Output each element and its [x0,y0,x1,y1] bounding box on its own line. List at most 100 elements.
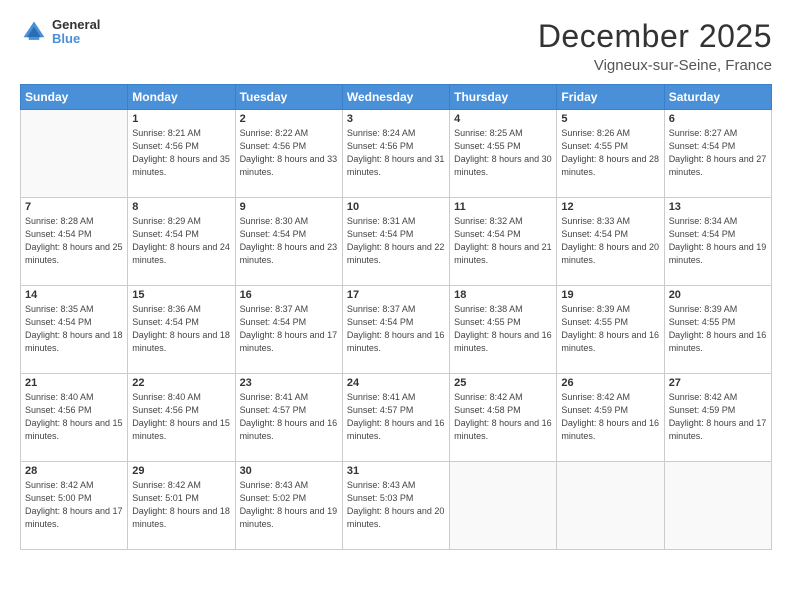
day-info: Sunrise: 8:40 AM Sunset: 4:56 PM Dayligh… [132,391,230,443]
calendar-cell: 5 Sunrise: 8:26 AM Sunset: 4:55 PM Daylig… [557,110,664,198]
day-number: 4 [454,113,552,125]
header: General Blue December 2025 Vigneux-sur-S… [20,18,772,74]
day-number: 19 [561,289,659,301]
day-info: Sunrise: 8:26 AM Sunset: 4:55 PM Dayligh… [561,127,659,179]
day-number: 22 [132,377,230,389]
day-info: Sunrise: 8:31 AM Sunset: 4:54 PM Dayligh… [347,215,445,267]
day-header-thursday: Thursday [450,85,557,110]
day-number: 27 [669,377,767,389]
calendar-cell: 15 Sunrise: 8:36 AM Sunset: 4:54 PM Dayli… [128,286,235,374]
page: General Blue December 2025 Vigneux-sur-S… [0,0,792,612]
week-row-4: 21 Sunrise: 8:40 AM Sunset: 4:56 PM Dayli… [21,374,772,462]
title-block: December 2025 Vigneux-sur-Seine, France [538,18,772,74]
day-info: Sunrise: 8:37 AM Sunset: 4:54 PM Dayligh… [240,303,338,355]
calendar-cell: 26 Sunrise: 8:42 AM Sunset: 4:59 PM Dayli… [557,374,664,462]
day-info: Sunrise: 8:43 AM Sunset: 5:03 PM Dayligh… [347,479,445,531]
calendar-cell: 31 Sunrise: 8:43 AM Sunset: 5:03 PM Dayli… [342,462,449,550]
day-info: Sunrise: 8:29 AM Sunset: 4:54 PM Dayligh… [132,215,230,267]
day-info: Sunrise: 8:36 AM Sunset: 4:54 PM Dayligh… [132,303,230,355]
day-info: Sunrise: 8:27 AM Sunset: 4:54 PM Dayligh… [669,127,767,179]
day-number: 25 [454,377,552,389]
calendar-cell: 4 Sunrise: 8:25 AM Sunset: 4:55 PM Daylig… [450,110,557,198]
day-number: 16 [240,289,338,301]
day-info: Sunrise: 8:41 AM Sunset: 4:57 PM Dayligh… [240,391,338,443]
day-info: Sunrise: 8:21 AM Sunset: 4:56 PM Dayligh… [132,127,230,179]
day-info: Sunrise: 8:22 AM Sunset: 4:56 PM Dayligh… [240,127,338,179]
day-number: 24 [347,377,445,389]
day-number: 29 [132,465,230,477]
day-number: 12 [561,201,659,213]
calendar-cell [664,462,771,550]
day-number: 3 [347,113,445,125]
day-number: 18 [454,289,552,301]
calendar-cell [557,462,664,550]
day-info: Sunrise: 8:42 AM Sunset: 4:58 PM Dayligh… [454,391,552,443]
logo: General Blue [20,18,100,47]
calendar-cell: 23 Sunrise: 8:41 AM Sunset: 4:57 PM Dayli… [235,374,342,462]
day-number: 17 [347,289,445,301]
calendar-cell: 14 Sunrise: 8:35 AM Sunset: 4:54 PM Dayli… [21,286,128,374]
day-number: 15 [132,289,230,301]
calendar-cell: 22 Sunrise: 8:40 AM Sunset: 4:56 PM Dayli… [128,374,235,462]
calendar-cell: 18 Sunrise: 8:38 AM Sunset: 4:55 PM Dayli… [450,286,557,374]
calendar-cell: 25 Sunrise: 8:42 AM Sunset: 4:58 PM Dayli… [450,374,557,462]
calendar-cell: 17Sunrise: 8:37 AM Sunset: 4:54 PM Dayli… [342,286,449,374]
calendar-cell: 28 Sunrise: 8:42 AM Sunset: 5:00 PM Dayli… [21,462,128,550]
day-info: Sunrise: 8:39 AM Sunset: 4:55 PM Dayligh… [561,303,659,355]
day-number: 11 [454,201,552,213]
day-number: 5 [561,113,659,125]
day-number: 21 [25,377,123,389]
day-info: Sunrise: 8:39 AM Sunset: 4:55 PM Dayligh… [669,303,767,355]
logo-icon [20,18,48,46]
day-number: 31 [347,465,445,477]
day-number: 8 [132,201,230,213]
day-info: Sunrise: 8:43 AM Sunset: 5:02 PM Dayligh… [240,479,338,531]
day-number: 1 [132,113,230,125]
week-row-1: 1 Sunrise: 8:21 AM Sunset: 4:56 PM Daylig… [21,110,772,198]
logo-blue: Blue [52,32,100,46]
day-info: Sunrise: 8:25 AM Sunset: 4:55 PM Dayligh… [454,127,552,179]
calendar-table: SundayMondayTuesdayWednesdayThursdayFrid… [20,84,772,550]
day-number: 9 [240,201,338,213]
day-number: 10 [347,201,445,213]
day-info: Sunrise: 8:24 AM Sunset: 4:56 PM Dayligh… [347,127,445,179]
day-info: Sunrise: 8:42 AM Sunset: 4:59 PM Dayligh… [669,391,767,443]
calendar-cell: 9 Sunrise: 8:30 AM Sunset: 4:54 PM Daylig… [235,198,342,286]
calendar-cell: 16 Sunrise: 8:37 AM Sunset: 4:54 PM Dayli… [235,286,342,374]
day-info: Sunrise: 8:32 AM Sunset: 4:54 PM Dayligh… [454,215,552,267]
day-header-tuesday: Tuesday [235,85,342,110]
calendar-cell: 20 Sunrise: 8:39 AM Sunset: 4:55 PM Dayli… [664,286,771,374]
day-info: Sunrise: 8:40 AM Sunset: 4:56 PM Dayligh… [25,391,123,443]
day-info: Sunrise: 8:38 AM Sunset: 4:55 PM Dayligh… [454,303,552,355]
main-title: December 2025 [538,18,772,55]
day-number: 26 [561,377,659,389]
day-number: 13 [669,201,767,213]
calendar-cell: 8 Sunrise: 8:29 AM Sunset: 4:54 PM Daylig… [128,198,235,286]
calendar-cell: 11 Sunrise: 8:32 AM Sunset: 4:54 PM Dayli… [450,198,557,286]
calendar-cell [450,462,557,550]
day-header-saturday: Saturday [664,85,771,110]
day-info: Sunrise: 8:42 AM Sunset: 5:00 PM Dayligh… [25,479,123,531]
calendar-cell: 19 Sunrise: 8:39 AM Sunset: 4:55 PM Dayli… [557,286,664,374]
day-number: 14 [25,289,123,301]
calendar-cell: 6Sunrise: 8:27 AM Sunset: 4:54 PM Daylig… [664,110,771,198]
calendar-cell: 21 Sunrise: 8:40 AM Sunset: 4:56 PM Dayli… [21,374,128,462]
calendar-cell: 27 Sunrise: 8:42 AM Sunset: 4:59 PM Dayli… [664,374,771,462]
calendar-cell: 24Sunrise: 8:41 AM Sunset: 4:57 PM Dayli… [342,374,449,462]
day-number: 23 [240,377,338,389]
day-info: Sunrise: 8:42 AM Sunset: 5:01 PM Dayligh… [132,479,230,531]
day-info: Sunrise: 8:34 AM Sunset: 4:54 PM Dayligh… [669,215,767,267]
day-info: Sunrise: 8:35 AM Sunset: 4:54 PM Dayligh… [25,303,123,355]
subtitle: Vigneux-sur-Seine, France [538,57,772,74]
day-number: 20 [669,289,767,301]
day-header-friday: Friday [557,85,664,110]
calendar-cell: 3 Sunrise: 8:24 AM Sunset: 4:56 PM Daylig… [342,110,449,198]
day-header-monday: Monday [128,85,235,110]
day-info: Sunrise: 8:33 AM Sunset: 4:54 PM Dayligh… [561,215,659,267]
calendar-cell: 29 Sunrise: 8:42 AM Sunset: 5:01 PM Dayli… [128,462,235,550]
day-info: Sunrise: 8:30 AM Sunset: 4:54 PM Dayligh… [240,215,338,267]
day-info: Sunrise: 8:42 AM Sunset: 4:59 PM Dayligh… [561,391,659,443]
day-number: 28 [25,465,123,477]
calendar-cell: 30Sunrise: 8:43 AM Sunset: 5:02 PM Dayli… [235,462,342,550]
day-number: 7 [25,201,123,213]
